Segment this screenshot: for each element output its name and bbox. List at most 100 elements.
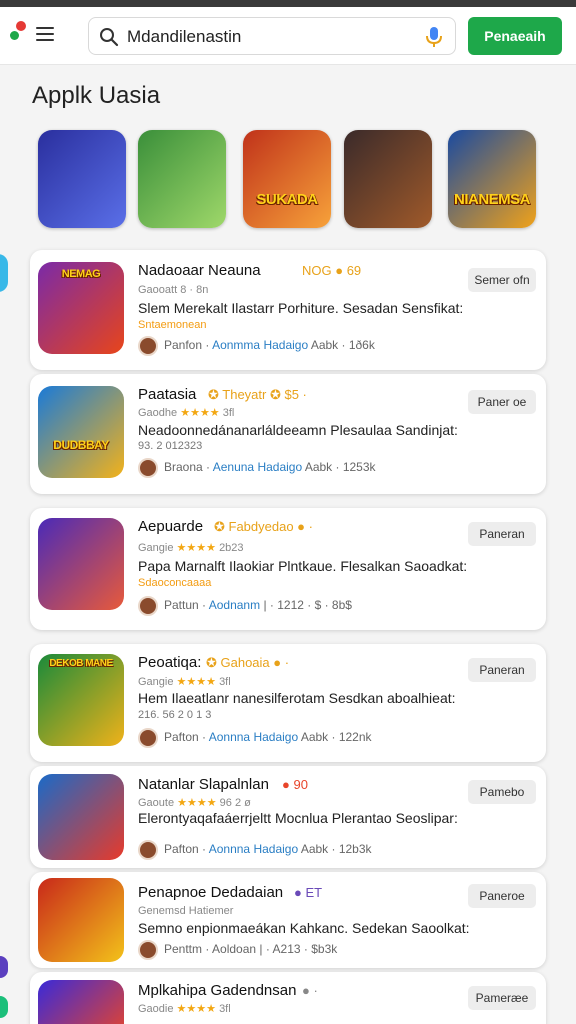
app-card[interactable]: Mplkahipa Gadendnsan ● · Gaodie ★★★★ 3fl…: [30, 972, 546, 1024]
app-meta: Pattun · Aodnanm | · 1212 · $ · 8b$: [138, 596, 352, 616]
app-badge: ✪ Theyatr ✪ $5 ·: [208, 387, 307, 402]
app-meta: Panfon · Aonmma Hadaigo Aabk · 1ð6k: [138, 336, 375, 356]
microphone-icon[interactable]: [425, 26, 443, 48]
meta-link[interactable]: Hadaigo: [253, 730, 298, 744]
meta-link[interactable]: Aodnanm: [209, 598, 260, 612]
avatar: [138, 840, 158, 860]
status-bar: [0, 0, 576, 7]
app-developer: Gaodhe ★★★★ 3fl: [138, 407, 235, 419]
app-badge: ✪ Fabdyedao ● ·: [214, 519, 313, 534]
logo-dot-red: [16, 21, 26, 31]
meta-link[interactable]: Aoldoan: [212, 942, 256, 956]
app-description: Slem Merekalt Ilastarr Porhiture. Sesada…: [138, 300, 464, 316]
app-developer: Gangie ★★★★ 2b23: [138, 542, 244, 554]
search-icon: [100, 28, 119, 47]
app-developer: Gaooatt 8 · 8n: [138, 284, 209, 296]
search-input[interactable]: [127, 26, 407, 48]
meta-link[interactable]: Aonnna: [209, 842, 250, 856]
app-badge: ● 90: [282, 777, 308, 792]
avatar: [138, 336, 158, 356]
app-meta: Braona · Aenuna Hadaigo Aabk · 1253k: [138, 458, 376, 478]
install-button[interactable]: Paneran: [468, 522, 536, 546]
app-title: Nadaoaar Neauna: [138, 262, 261, 279]
featured-app-2[interactable]: [138, 130, 226, 228]
meta-link[interactable]: Aonnna: [209, 730, 250, 744]
featured-app-5[interactable]: NIANEMSA: [448, 130, 536, 228]
side-tab[interactable]: [0, 254, 8, 292]
install-button[interactable]: Pamebo: [468, 780, 536, 804]
search-button[interactable]: Penaeaih: [468, 17, 562, 55]
app-description: Elerontyaqafaáerrjeltt Mocnlua Plerantao…: [138, 810, 458, 826]
featured-apps: SUKADA NIANEMSA: [38, 130, 544, 230]
app-icon: NEMAG: [38, 262, 124, 354]
app-meta: Penttm · Aoldoan | · A213 · $b3k: [138, 940, 337, 960]
meta-link[interactable]: Aonmma: [212, 338, 260, 352]
app-icon-label: DEKOB MANE: [49, 658, 113, 669]
featured-app-label: NIANEMSA: [453, 191, 531, 208]
app-developer: Gangie ★★★★ 3fl: [138, 676, 231, 688]
app-title: Paatasia: [138, 386, 197, 403]
app-meta: Pafton · Aonnna Hadaigo Aabk · 12b3k: [138, 840, 372, 860]
meta-link[interactable]: Hadaigo: [253, 842, 298, 856]
app-developer: Gaoute ★★★★ 96 2 ø: [138, 797, 251, 809]
app-icon: DEKOB MANE: [38, 654, 124, 746]
app-developer: Genemsd Hatiemer: [138, 905, 234, 917]
install-button[interactable]: Semer ofn: [468, 268, 536, 292]
install-button[interactable]: Paneroe: [468, 884, 536, 908]
app-icon: DUDBBAY: [38, 386, 124, 478]
hamburger-menu-icon[interactable]: [36, 27, 54, 41]
app-title: Aepuarde: [138, 518, 204, 535]
top-bar: Penaeaih: [0, 7, 576, 65]
featured-app-label: SUKADA: [256, 191, 318, 208]
install-button[interactable]: Paneran: [468, 658, 536, 682]
search-box: [88, 17, 456, 55]
meta-link[interactable]: Hadaigo: [257, 460, 302, 474]
app-card[interactable]: DUDBBAY Paatasia ✪ Theyatr ✪ $5 · Gaodhe…: [30, 374, 546, 494]
app-description: Hem Ilaeatlanr nanesilferotam Sesdkan ab…: [138, 690, 456, 706]
app-extra: Sdaoconcaaaa: [138, 577, 212, 589]
app-badge: ● ET: [294, 885, 323, 900]
app-card[interactable]: Natanlar Slapalnlan ● 90 Gaoute ★★★★ 96 …: [30, 766, 546, 868]
featured-app-4[interactable]: [344, 130, 432, 228]
app-extra: 216. 56 2 0 1 3: [138, 709, 212, 721]
featured-app-3[interactable]: SUKADA: [243, 130, 331, 228]
app-card[interactable]: NEMAG Nadaoaar Neauna NOG ● 69 Gaooatt 8…: [30, 250, 546, 370]
side-tab[interactable]: [0, 956, 8, 978]
app-extra: Sntaemonean: [138, 319, 207, 331]
app-title: Peoatiqa:: [138, 654, 202, 671]
logo-dot-green: [10, 31, 19, 40]
meta-link[interactable]: Hadaigo: [263, 338, 308, 352]
app-extra: 93. 2 012323: [138, 440, 203, 452]
app-card[interactable]: Penapnoe Dedadaian ● ET Genemsd Hatiemer…: [30, 872, 546, 968]
install-button[interactable]: Paner oe: [468, 390, 536, 414]
app-description: Semno enpionmaeákan Kahkanc. Sedekan Sao…: [138, 920, 470, 936]
app-icon-label: NEMAG: [61, 268, 101, 280]
featured-app-1[interactable]: [38, 130, 126, 228]
section-title: Applk Uasia: [32, 82, 161, 109]
app-icon-label: DUDBBAY: [53, 438, 109, 452]
app-logo: [10, 21, 28, 43]
app-developer: Gaodie ★★★★ 3fl: [138, 1003, 231, 1015]
app-description: Neadoonnedánanarláldeeamn Plesaulaa Sand…: [138, 422, 458, 438]
app-description: Papa Marnalft Ilaokiar Plntkaue. Flesalk…: [138, 558, 468, 574]
app-title: Mplkahipa Gadendnsan: [138, 982, 297, 999]
app-icon: [38, 774, 124, 860]
side-tab[interactable]: [0, 996, 8, 1018]
meta-link[interactable]: Aenuna: [213, 460, 254, 474]
install-button[interactable]: Pameræe: [468, 986, 536, 1010]
app-icon: [38, 518, 124, 610]
app-badge: ● ·: [302, 983, 318, 998]
app-icon: [38, 878, 124, 962]
app-title: Natanlar Slapalnlan: [138, 776, 269, 793]
app-title: Penapnoe Dedadaian: [138, 884, 284, 901]
avatar: [138, 596, 158, 616]
app-card[interactable]: Aepuarde ✪ Fabdyedao ● · Gangie ★★★★ 2b2…: [30, 508, 546, 630]
avatar: [138, 940, 158, 960]
app-icon: [38, 980, 124, 1024]
avatar: [138, 728, 158, 748]
app-badge: ✪ Gahoaia ● ·: [206, 655, 290, 670]
app-card[interactable]: DEKOB MANE Peoatiqa: ✪ Gahoaia ● · Gangi…: [30, 644, 546, 762]
avatar: [138, 458, 158, 478]
app-badge: NOG ● 69: [302, 263, 362, 278]
app-meta: Pafton · Aonnna Hadaigo Aabk · 122nk: [138, 728, 372, 748]
